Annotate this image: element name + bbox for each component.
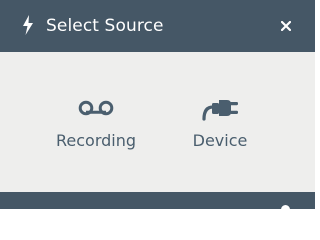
dialog-header: Select Source (0, 0, 315, 52)
select-source-dialog: Select Source Recording Device (0, 0, 315, 209)
source-device[interactable]: Device (175, 92, 265, 156)
footer-indicator (281, 205, 290, 209)
bolt-icon (23, 15, 33, 35)
close-button[interactable] (276, 16, 296, 36)
source-recording-label: Recording (55, 131, 137, 150)
voicemail-icon (78, 100, 114, 116)
source-recording[interactable]: Recording (51, 92, 141, 156)
source-device-label: Device (192, 131, 248, 150)
close-icon (281, 21, 291, 31)
dialog-title: Select Source (46, 16, 164, 36)
plug-icon (202, 100, 238, 121)
dialog-footer (0, 192, 315, 209)
